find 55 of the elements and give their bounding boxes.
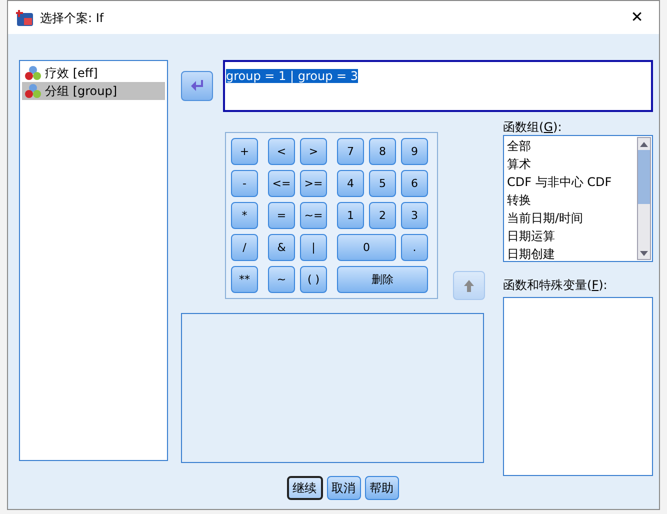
keypad-key[interactable]: 9 (401, 138, 428, 166)
scroll-down-icon (640, 250, 648, 256)
keypad-key[interactable]: ~ (268, 266, 295, 294)
keypad-key[interactable]: <= (268, 170, 295, 198)
keypad-key[interactable]: 5 (369, 170, 396, 198)
keypad-key[interactable]: >= (300, 170, 327, 198)
keypad-key[interactable]: 3 (401, 202, 428, 230)
keypad-key[interactable]: 4 (337, 170, 364, 198)
keypad-key[interactable]: 0 (337, 234, 396, 262)
dialog-button[interactable]: 帮助 (364, 476, 398, 500)
keypad-key[interactable]: * (231, 202, 258, 230)
function-group-item[interactable]: 当前日期/时间 (507, 209, 636, 228)
keypad-key[interactable]: / (231, 234, 258, 262)
keypad-key[interactable]: 6 (401, 170, 428, 198)
keypad-key[interactable]: - (231, 170, 258, 198)
dialog-button[interactable]: 继续 (286, 476, 322, 500)
keypad-key[interactable]: 删除 (337, 266, 428, 294)
app-icon (16, 8, 34, 27)
variable-item[interactable]: 分组 [group] (22, 82, 165, 100)
variable-icon (24, 83, 42, 100)
arrow-up-icon (463, 278, 475, 293)
keypad-key[interactable]: 7 (337, 138, 364, 166)
move-variable-button[interactable] (181, 71, 213, 102)
keypad-key[interactable]: . (401, 234, 428, 262)
keypad-key[interactable]: + (231, 138, 258, 166)
arrow-left-icon (190, 79, 204, 94)
window-title: 选择个案: If (40, 10, 104, 27)
functions-label: 函数和特殊变量(F): (503, 278, 608, 292)
keypad-key[interactable]: 1 (337, 202, 364, 230)
keypad-key[interactable]: ( ) (300, 266, 327, 294)
keypad-key[interactable]: ~= (300, 202, 327, 230)
keypad-key[interactable]: < (268, 138, 295, 166)
scroll-up-icon (640, 142, 648, 147)
function-group-label: 函数组(G): (503, 120, 563, 134)
keypad-key[interactable]: ** (231, 266, 258, 294)
close-button[interactable]: ✕ (623, 6, 651, 30)
keypad-key[interactable]: > (300, 138, 327, 166)
scrollbar[interactable] (637, 137, 651, 260)
scrollbar-thumb[interactable] (638, 150, 650, 204)
function-group-item[interactable]: 日期创建 (507, 245, 636, 264)
variable-item[interactable]: 疗效 [eff] (22, 64, 165, 82)
expression-text: group = 1 | group = 3 (226, 69, 358, 84)
keypad-key[interactable]: | (300, 234, 327, 262)
function-group-item[interactable]: 日期运算 (507, 227, 636, 246)
keypad-key[interactable]: = (268, 202, 295, 230)
keypad-key[interactable]: & (268, 234, 295, 262)
function-group-item[interactable]: 转换 (507, 191, 636, 210)
variable-icon (24, 65, 42, 82)
function-group-item[interactable]: CDF 与非中心 CDF (507, 173, 636, 192)
keypad-key[interactable]: 8 (369, 138, 396, 166)
function-group-item[interactable]: 全部 (507, 137, 636, 156)
expression-field[interactable]: group = 1 | group = 3 (223, 60, 653, 112)
dialog-button[interactable]: 取消 (326, 476, 360, 500)
keypad-key[interactable]: 2 (369, 202, 396, 230)
function-group-item[interactable]: 算术 (507, 155, 636, 174)
